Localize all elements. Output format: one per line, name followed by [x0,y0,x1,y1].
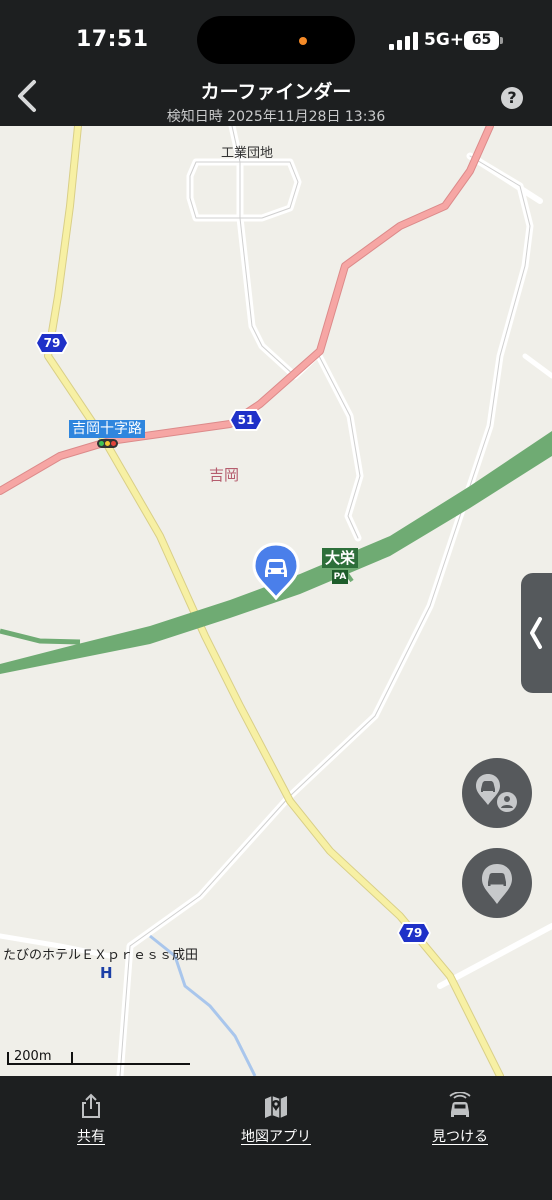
status-bar: 17:51 5G+ 65 [0,0,552,70]
route-number: 79 [43,336,61,350]
share-button[interactable]: 共有 [31,1092,151,1146]
map-label-yoshioka: 吉岡 [209,466,240,484]
network-type: 5G+ [424,30,465,50]
status-time: 17:51 [76,27,149,52]
help-button[interactable]: ? [501,87,523,109]
map-app-label: 地図アプリ [241,1129,311,1145]
car-location-pin[interactable] [252,542,300,601]
cellular-signal-icon [389,32,419,50]
app-header: カーファインダー 検知日時 2025年11月28日 13:36 ? [0,70,552,126]
privacy-indicator-dot [299,37,307,45]
map-label-parking-area: 大栄 [322,548,359,568]
battery-level: 65 [471,32,492,48]
dynamic-island [197,16,355,64]
map-label-hotel: たびのホテルＥＸｐｒｅｓｓ成田 [3,948,199,963]
show-car-location-button[interactable] [462,848,532,918]
car-with-person-icon [476,774,517,812]
route-shield-79-bottom: 79 [397,922,431,944]
chevron-left-icon [530,617,542,649]
parking-area-icon: PA [332,570,348,584]
scale-label: 200m [14,1049,52,1064]
bottom-navigation: 共有 地図アプリ 見つける [0,1076,552,1200]
show-owner-location-button[interactable] [462,758,532,828]
route-number: 79 [405,926,423,940]
share-label: 共有 [77,1129,105,1145]
map-view[interactable]: 工業団地 吉岡 吉岡十字路 大栄 PA たびのホテルＥＸｐｒｅｓｓ成田 H 79… [0,126,552,1076]
traffic-light-icon [97,439,118,448]
page-title: カーファインダー [200,81,352,103]
detection-datetime: 検知日時 2025年11月28日 13:36 [166,109,386,125]
battery-tip [500,37,503,44]
find-label: 見つける [432,1129,488,1145]
car-signal-icon [449,1092,471,1117]
map-label-industrial-park: 工業団地 [221,146,274,161]
share-icon [82,1093,100,1118]
map-roads [0,126,552,1076]
map-icon [265,1096,287,1118]
route-number: 51 [237,413,255,427]
map-label-intersection: 吉岡十字路 [69,420,145,438]
map-app-button[interactable]: 地図アプリ [216,1092,336,1146]
find-button[interactable]: 見つける [400,1092,520,1146]
car-pin-icon [252,542,300,601]
route-shield-51: 51 [229,409,263,431]
hotel-icon: H [100,964,113,982]
car-pin-icon [482,864,512,904]
route-shield-79-top: 79 [35,332,69,354]
battery-icon: 65 [464,31,499,50]
